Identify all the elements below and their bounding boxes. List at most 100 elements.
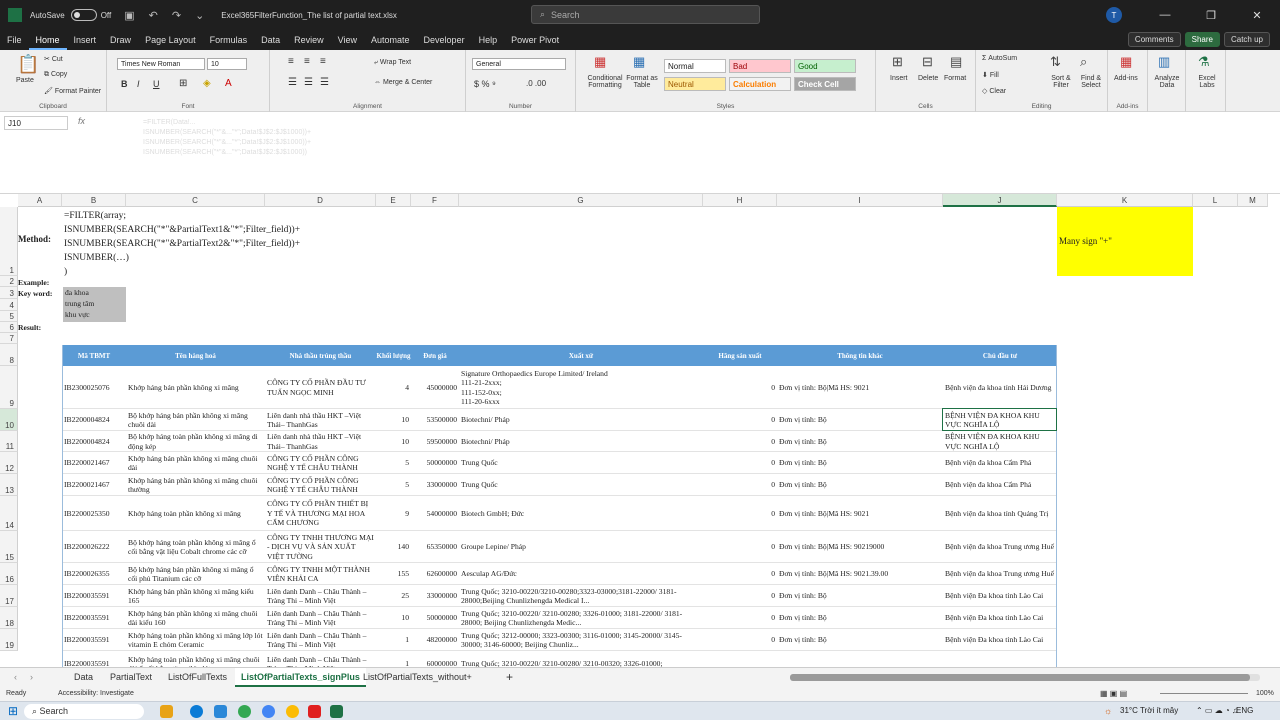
chrome-icon[interactable]	[238, 705, 251, 718]
wrap-text-button[interactable]: ⤶ Wrap Text	[374, 59, 411, 67]
tab-data[interactable]: Data	[254, 30, 287, 50]
accounting-icon[interactable]: $ % ⁹	[474, 79, 496, 89]
row-header[interactable]: 16	[0, 563, 18, 585]
tab-page-layout[interactable]: Page Layout	[138, 30, 203, 50]
tab-formulas[interactable]: Formulas	[203, 30, 255, 50]
format-cells-button[interactable]: Format	[944, 75, 966, 82]
tab-automate[interactable]: Automate	[364, 30, 417, 50]
align-left-icon[interactable]: ☰	[288, 77, 297, 88]
comments-button[interactable]: Comments	[1127, 32, 1181, 47]
accessibility-status[interactable]: Accessibility: Investigate	[58, 690, 134, 697]
insert-cells-button[interactable]: Insert	[890, 75, 908, 82]
horizontal-scrollbar[interactable]	[790, 674, 1260, 681]
column-header[interactable]: C	[126, 194, 265, 207]
sort-filter-icon[interactable]: ⇅	[1050, 54, 1061, 70]
name-box[interactable]: J10	[4, 116, 68, 130]
tab-review[interactable]: Review	[287, 30, 331, 50]
edge-icon[interactable]	[190, 705, 203, 718]
font-size-select[interactable]: 10	[207, 58, 247, 70]
store-icon[interactable]	[214, 705, 227, 718]
minimize-icon[interactable]: —	[1142, 9, 1188, 21]
scrollbar-thumb[interactable]	[790, 674, 1250, 681]
column-header[interactable]: G	[459, 194, 703, 207]
column-header[interactable]: H	[703, 194, 777, 207]
bold-icon[interactable]: B	[121, 79, 128, 89]
formula-input[interactable]: =FILTER(Data!... ISNUMBER(SEARCH("*"&..."…	[143, 118, 311, 158]
tab-power-pivot[interactable]: Power Pivot	[504, 30, 566, 50]
column-header[interactable]: F	[411, 194, 459, 207]
row-header[interactable]: 19	[0, 629, 18, 651]
column-header[interactable]: M	[1238, 194, 1268, 207]
zoom-level[interactable]: 100%	[1256, 690, 1274, 697]
find-select-icon[interactable]: ⌕	[1080, 54, 1087, 70]
style-check-cell[interactable]: Check Cell	[794, 77, 856, 91]
column-header[interactable]: B	[62, 194, 126, 207]
row-header[interactable]: 18	[0, 607, 18, 629]
analyze-data-icon[interactable]: ▥	[1158, 54, 1170, 70]
column-header[interactable]: J	[943, 194, 1057, 207]
insert-cells-icon[interactable]: ⊞	[892, 54, 903, 70]
column-header[interactable]: A	[18, 194, 62, 207]
row-header[interactable]: 3	[0, 287, 18, 299]
borders-icon[interactable]: ⊞	[179, 78, 187, 89]
align-top-icon[interactable]: ≡	[288, 56, 294, 67]
add-sheet-icon[interactable]: +	[500, 668, 519, 687]
column-header[interactable]: E	[376, 194, 411, 207]
align-right-icon[interactable]: ☰	[320, 77, 329, 88]
taskbar-search[interactable]: ⌕ Search	[24, 704, 144, 719]
tab-help[interactable]: Help	[472, 30, 505, 50]
delete-cells-icon[interactable]: ⊟	[922, 54, 933, 70]
format-as-table-icon[interactable]: ▦	[633, 54, 645, 70]
row-header[interactable]: 7	[0, 333, 18, 344]
customize-toolbar-icon[interactable]: ⌄	[195, 9, 204, 22]
tab-insert[interactable]: Insert	[67, 30, 104, 50]
column-header[interactable]: D	[265, 194, 376, 207]
undo-icon[interactable]: ↶	[149, 9, 158, 22]
row-header[interactable]: 10	[0, 409, 18, 431]
excel-taskbar-icon[interactable]	[330, 705, 343, 718]
fill-color-icon[interactable]: ◈	[203, 78, 211, 89]
fx-icon[interactable]: fx	[78, 116, 85, 126]
sheet-tab-data[interactable]: Data	[68, 668, 99, 687]
active-cell-j10[interactable]	[942, 408, 1057, 431]
underline-icon[interactable]: U	[153, 79, 160, 89]
style-calculation[interactable]: Calculation	[729, 77, 791, 91]
align-center-icon[interactable]: ☰	[304, 77, 313, 88]
italic-icon[interactable]: I	[137, 79, 140, 89]
tab-file[interactable]: File	[0, 30, 29, 50]
language-indicator[interactable]: ENG	[1236, 706, 1253, 715]
analyze-data-button[interactable]: Analyze Data	[1152, 75, 1182, 89]
row-header[interactable]: 12	[0, 452, 18, 474]
youtube-icon[interactable]	[308, 705, 321, 718]
column-header[interactable]: L	[1193, 194, 1238, 207]
zoom-slider[interactable]	[1160, 693, 1248, 694]
keyword-3[interactable]: khu vực	[65, 310, 90, 320]
search-box[interactable]: ⌕ Search	[531, 5, 760, 24]
find-select-button[interactable]: Find & Select	[1076, 75, 1106, 89]
tray-icons[interactable]: ⌃ ▭ ☁ ◔ ♫	[1196, 706, 1238, 715]
decimal-icon[interactable]: .0 .00	[526, 79, 546, 88]
align-bottom-icon[interactable]: ≡	[320, 56, 326, 67]
share-button[interactable]: Share	[1184, 32, 1220, 47]
clear-button[interactable]: ◇ Clear	[982, 87, 1006, 95]
row-header[interactable]: 15	[0, 531, 18, 563]
restore-icon[interactable]: ❐	[1188, 9, 1234, 22]
sheet-tab-partialtext[interactable]: PartialText	[104, 668, 158, 687]
avatar[interactable]: T	[1106, 7, 1122, 23]
style-bad[interactable]: Bad	[729, 59, 791, 73]
sheet-tab-listofpartialtexts-signplus[interactable]: ListOfPartialTexts_signPlus	[235, 668, 366, 687]
row-header[interactable]: 6	[0, 322, 18, 333]
close-icon[interactable]: ✕	[1234, 9, 1280, 22]
excel-labs-icon[interactable]: ⚗	[1198, 54, 1210, 70]
font-color-icon[interactable]: A	[225, 78, 232, 89]
copy-button[interactable]: ⧉ Copy	[44, 71, 67, 79]
font-name-select[interactable]: Times New Roman	[117, 58, 205, 70]
tab-draw[interactable]: Draw	[103, 30, 138, 50]
conditional-formatting-button[interactable]: Conditional Formatting	[580, 75, 630, 89]
delete-cells-button[interactable]: Delete	[918, 75, 938, 82]
format-as-table-button[interactable]: Format as Table	[624, 75, 660, 89]
prev-sheet-icon[interactable]: ‹	[8, 668, 23, 687]
paste-button[interactable]: Paste	[16, 77, 34, 84]
windows-start-icon[interactable]: ⊞	[8, 704, 18, 718]
excel-labs-button[interactable]: Excel Labs	[1192, 75, 1222, 89]
